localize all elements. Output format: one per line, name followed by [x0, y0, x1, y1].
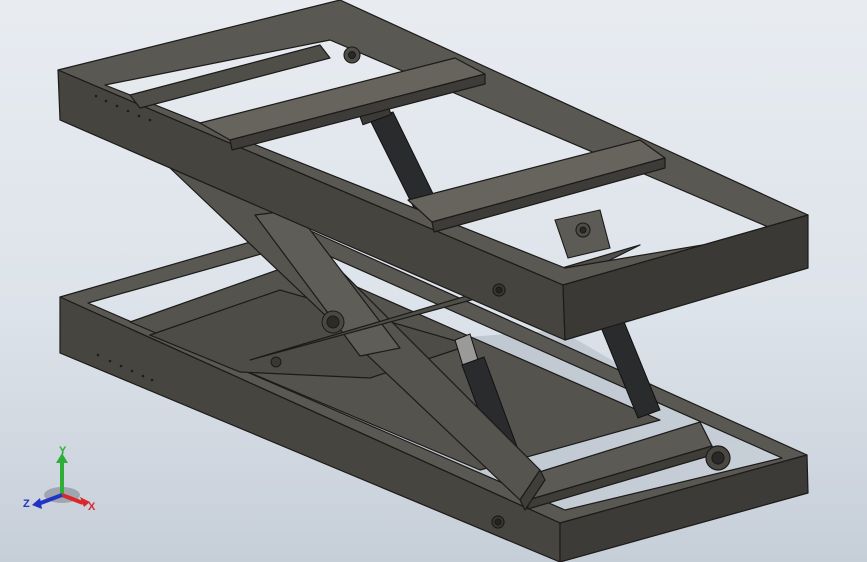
triad-z-label: Z — [23, 498, 30, 510]
lower-pivot-bolt — [270, 356, 282, 368]
top-crossbar-2 — [407, 139, 666, 223]
triad-x-label: X — [88, 501, 96, 513]
triad-y-label: Y — [59, 445, 67, 457]
view-orientation-triad[interactable]: Y X Z — [20, 445, 104, 517]
scissor-lift-table-model[interactable] — [0, 0, 867, 562]
graphics-viewport[interactable]: Y X Z — [0, 0, 867, 562]
triad-z-arrow — [32, 498, 42, 509]
